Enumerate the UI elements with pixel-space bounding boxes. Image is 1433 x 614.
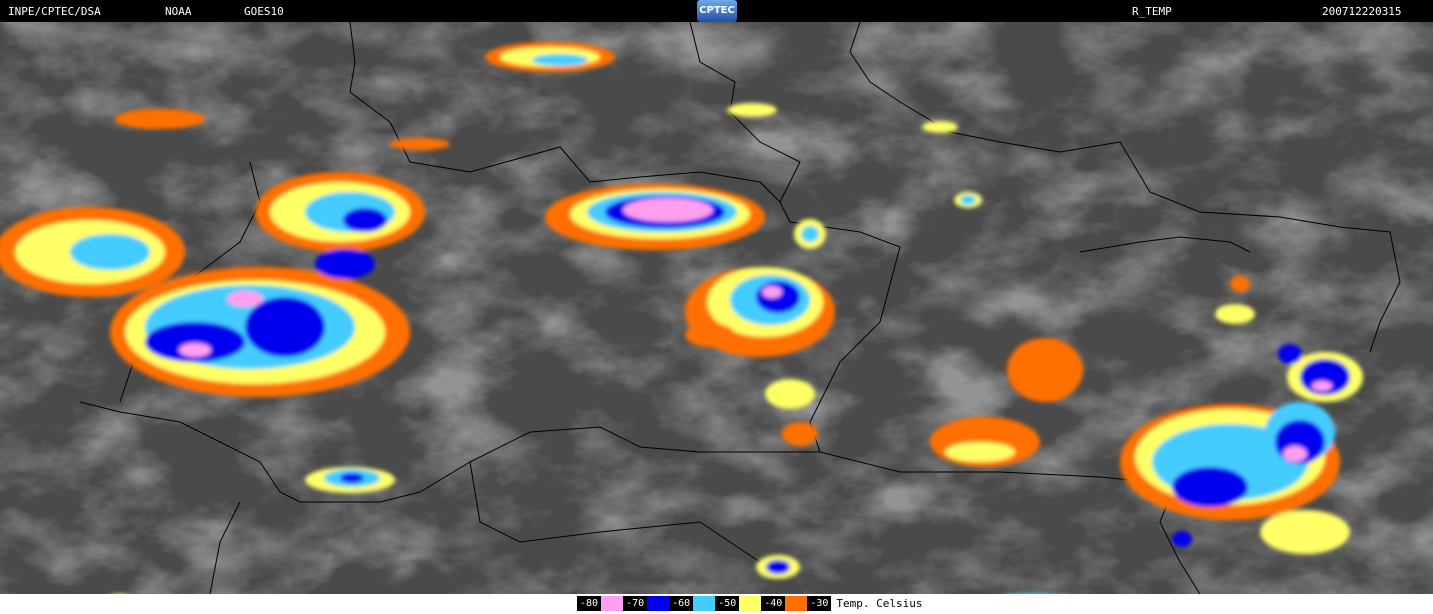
legend-swatch — [785, 596, 808, 611]
legend-label: -30 — [807, 596, 832, 611]
cptec-logo: CPTEC — [697, 0, 737, 22]
satellite-label: GOES10 — [244, 5, 284, 18]
legend-label: -70 — [623, 596, 648, 611]
legend-swatch — [693, 596, 716, 611]
legend-label: -50 — [715, 596, 740, 611]
product-label: R_TEMP — [1132, 5, 1172, 18]
legend-swatch — [647, 596, 670, 611]
legend-label: -80 — [577, 596, 602, 611]
legend-label: -60 — [669, 596, 694, 611]
temperature-legend: -80 -70 -60 -50 -40 -30 Temp. Celsius — [577, 596, 928, 611]
agency-label: INPE/CPTEC/DSA — [8, 5, 101, 18]
legend-unit: Temp. Celsius — [831, 596, 928, 611]
legend-swatch — [601, 596, 624, 611]
satellite-map — [0, 22, 1433, 594]
legend-label: -40 — [761, 596, 786, 611]
legend-swatch — [739, 596, 762, 611]
header-bar: INPE/CPTEC/DSA NOAA GOES10 CPTEC R_TEMP … — [0, 0, 1433, 22]
timestamp-label: 200712220315 — [1322, 5, 1402, 18]
provider-label: NOAA — [165, 5, 192, 18]
